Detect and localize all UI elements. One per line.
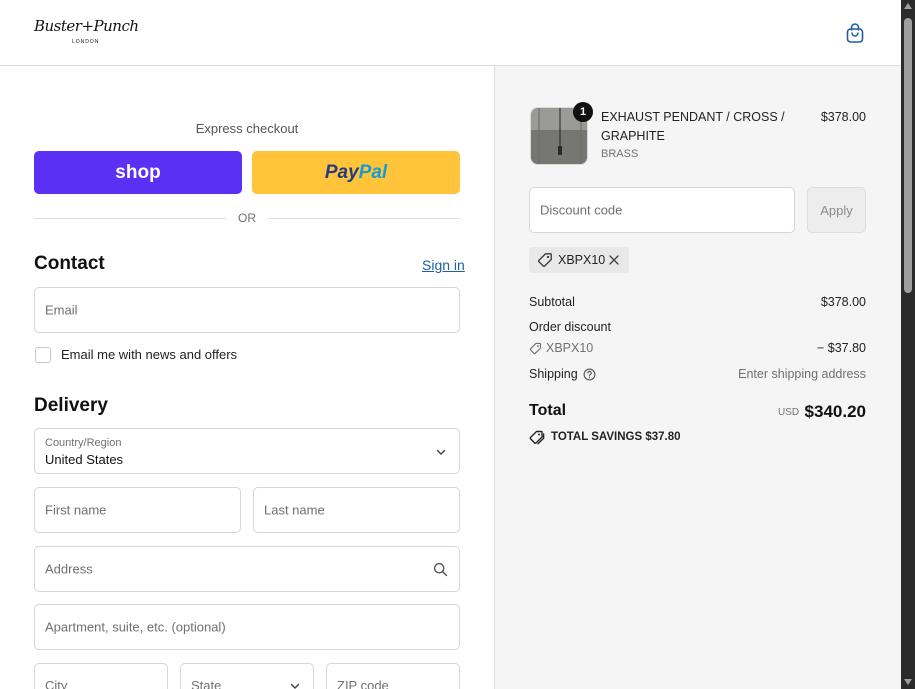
address-input[interactable]: Address <box>34 546 460 592</box>
savings-tag-icon <box>529 430 545 445</box>
header: Buster+Punch LONDON <box>0 0 901 66</box>
apartment-placeholder: Apartment, suite, etc. (optional) <box>45 619 226 635</box>
close-icon[interactable] <box>608 254 620 266</box>
zip-input[interactable]: ZIP code <box>326 663 460 689</box>
contact-heading: Contact <box>34 253 105 274</box>
address-placeholder: Address <box>45 561 93 577</box>
chevron-down-icon <box>290 683 300 689</box>
newsletter-label: Email me with news and offers <box>61 347 238 362</box>
or-divider-right <box>268 218 460 219</box>
paypal-label-part1: Pay <box>324 161 359 183</box>
country-select[interactable]: Country/Region United States <box>34 428 460 474</box>
applied-code-text: XBPX10 <box>558 253 606 267</box>
subtotal-value: $378.00 <box>820 295 866 309</box>
product-price: $378.00 <box>820 110 866 124</box>
email-placeholder: Email <box>45 302 78 318</box>
paypal-button[interactable]: Pay Pal <box>252 151 460 194</box>
zip-placeholder: ZIP code <box>337 678 389 689</box>
first-name-input[interactable]: First name <box>34 487 241 533</box>
applied-discount-chip: XBPX10 <box>529 247 629 273</box>
quantity-badge: 1 <box>573 102 593 122</box>
delivery-heading: Delivery <box>34 395 108 416</box>
shop-pay-button[interactable]: shop <box>34 151 242 194</box>
first-name-placeholder: First name <box>45 502 107 518</box>
savings-value: $37.80 <box>645 431 681 443</box>
apartment-input[interactable]: Apartment, suite, etc. (optional) <box>34 604 460 650</box>
or-divider-text: OR <box>238 211 256 225</box>
chevron-down-icon <box>436 449 446 455</box>
scroll-up-arrow-icon[interactable] <box>904 3 912 9</box>
subtotal-label: Subtotal <box>529 295 575 309</box>
order-discount-label: Order discount <box>529 320 611 334</box>
help-circle-icon[interactable] <box>583 368 596 381</box>
scrollbar-thumb[interactable] <box>904 18 912 293</box>
discount-code-label: XBPX10 <box>546 341 594 355</box>
total-value: $340.20 <box>804 402 866 421</box>
tag-icon <box>529 342 542 355</box>
shopping-bag-icon[interactable] <box>845 22 865 44</box>
sign-in-link[interactable]: Sign in <box>422 257 465 273</box>
product-variant: BRASS <box>601 148 639 160</box>
scroll-down-arrow-icon[interactable] <box>904 679 912 685</box>
discount-code-input[interactable]: Discount code <box>529 187 795 233</box>
page-scrollbar[interactable] <box>901 0 915 689</box>
discount-code-placeholder: Discount code <box>540 202 623 218</box>
apply-label: Apply <box>820 202 853 218</box>
tag-icon <box>537 253 552 268</box>
state-select[interactable]: State <box>180 663 314 689</box>
logo-subtext: LONDON <box>72 39 100 45</box>
discount-value: − $37.80 <box>816 341 866 355</box>
shop-pay-label: shop <box>115 161 161 183</box>
last-name-placeholder: Last name <box>264 502 325 518</box>
city-placeholder: City <box>45 678 68 689</box>
state-placeholder: State <box>191 678 222 689</box>
apply-discount-button[interactable]: Apply <box>807 187 866 233</box>
country-label: Country/Region <box>45 437 122 449</box>
or-divider-left <box>34 218 226 219</box>
search-icon[interactable] <box>433 562 448 577</box>
total-savings: TOTAL SAVINGS $37.80 <box>551 431 681 443</box>
express-checkout-label: Express checkout <box>195 121 299 136</box>
newsletter-checkbox[interactable] <box>35 347 51 363</box>
city-input[interactable]: City <box>34 663 168 689</box>
email-input[interactable]: Email <box>34 287 460 333</box>
shipping-label: Shipping <box>529 367 578 381</box>
total-label: Total <box>529 402 567 419</box>
brand-logo[interactable]: Buster+Punch LONDON <box>34 17 139 47</box>
total-currency: USD <box>778 407 800 418</box>
last-name-input[interactable]: Last name <box>253 487 460 533</box>
savings-label: TOTAL SAVINGS <box>551 431 643 443</box>
shipping-value: Enter shipping address <box>738 367 866 381</box>
paypal-label-part2: Pal <box>358 161 388 183</box>
product-name: EXHAUST PENDANT / CROSS / GRAPHITE <box>601 110 785 143</box>
country-value: United States <box>45 452 124 467</box>
logo-text: Buster+Punch <box>34 17 139 35</box>
